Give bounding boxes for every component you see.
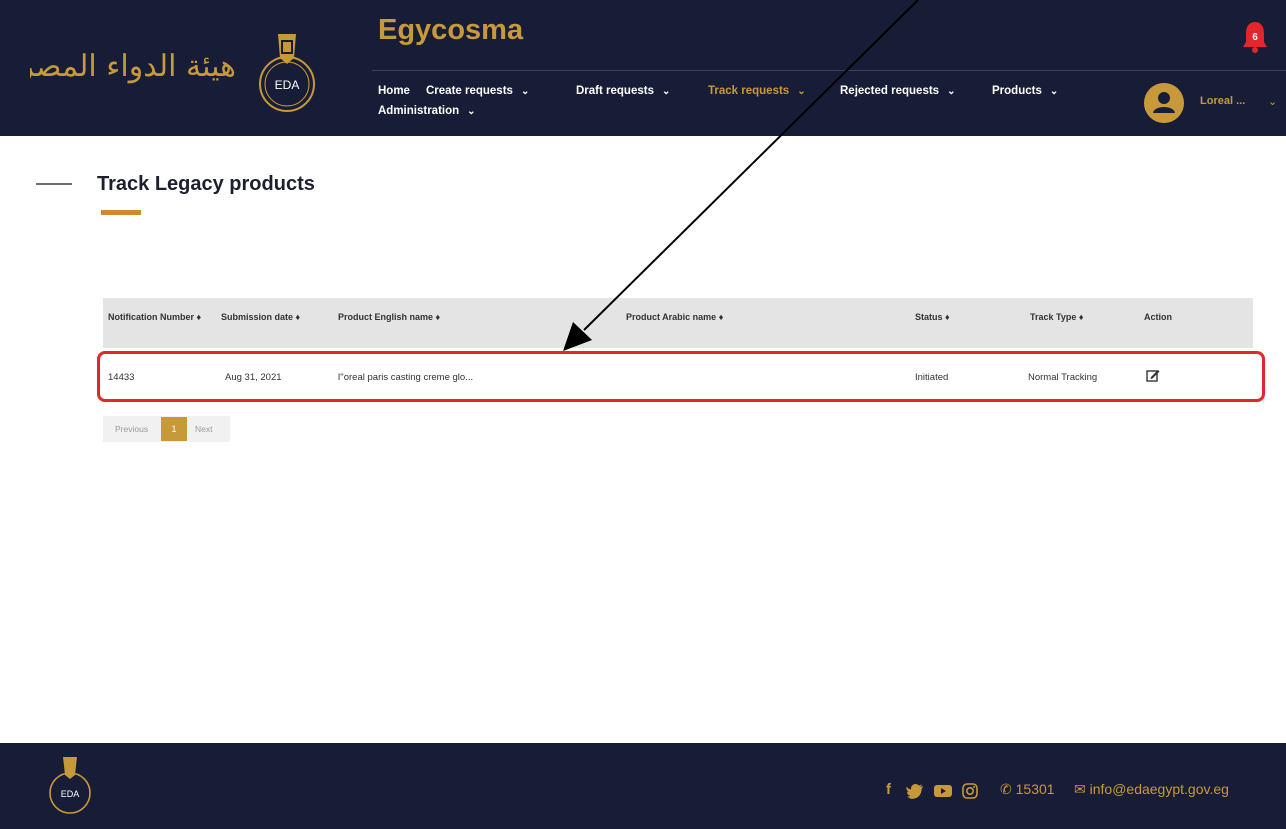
twitter-icon[interactable] [906, 783, 924, 799]
nav-item-label: Rejected requests [840, 85, 940, 97]
chevron-down-icon: ⌄ [520, 86, 530, 97]
youtube-icon[interactable] [934, 783, 952, 799]
col-product-english-name[interactable]: Product English name ♦ [338, 312, 440, 322]
edit-icon[interactable] [1146, 368, 1160, 382]
chevron-down-icon: ⌄ [947, 86, 956, 97]
nav-item-products[interactable]: Products ⌄ [992, 85, 1058, 97]
table-row[interactable]: 14433 Aug 31, 2021 l''oreal paris castin… [103, 356, 1253, 398]
nav-item-label: Home [378, 85, 410, 97]
pagination-current-page[interactable]: 1 [161, 417, 187, 441]
cell-notification-number: 14433 [108, 372, 135, 383]
instagram-icon[interactable] [962, 783, 978, 799]
pagination: Previous 1 Next [103, 416, 230, 442]
nav-item-label: Products [992, 85, 1042, 97]
chevron-down-icon: ⌄ [467, 106, 476, 117]
chevron-down-icon[interactable]: ⌄ [1268, 95, 1277, 108]
footer-emblem-text: EDA [61, 789, 80, 799]
facebook-icon[interactable]: f [886, 781, 891, 798]
hotline-number: 15301 [1015, 781, 1055, 797]
top-header: هيئة الدواء المصرية EDA Egycosma Home Cr… [0, 0, 1286, 136]
phone-icon: ✆ [1000, 781, 1016, 797]
page-title: Track Legacy products [97, 173, 315, 195]
notification-bell-icon[interactable]: 6 [1240, 18, 1270, 56]
nav-item-label: Administration [378, 105, 460, 117]
nav-item-label: Create requests [426, 85, 513, 97]
nav-item-home[interactable]: Home [378, 85, 410, 97]
cell-status: Initiated [915, 372, 949, 383]
brand-title: Egycosma [378, 14, 524, 46]
emblem-text: EDA [275, 78, 300, 92]
nav-item-create-requests[interactable]: Create requests ⌄ [426, 85, 529, 97]
user-name[interactable]: Loreal ... [1200, 95, 1245, 107]
envelope-icon: ✉ [1074, 781, 1090, 797]
col-track-type[interactable]: Track Type ♦ [1030, 312, 1083, 322]
hotline: ✆ 15301 [1000, 781, 1055, 798]
user-avatar-icon[interactable] [1144, 83, 1184, 123]
col-status[interactable]: Status ♦ [915, 312, 950, 322]
nav-item-draft-requests[interactable]: Draft requests ⌄ [576, 85, 670, 97]
chevron-down-icon: ⌄ [797, 86, 806, 97]
nav-item-label: Draft requests [576, 85, 654, 97]
notification-count: 6 [1252, 32, 1258, 43]
cell-submission-date: Aug 31, 2021 [225, 372, 282, 383]
nav-item-administration[interactable]: Administration ⌄ [378, 105, 476, 117]
cell-track-type: Normal Tracking [1028, 372, 1098, 383]
email-address: info@edaegypt.gov.eg [1089, 781, 1229, 797]
title-dash [36, 183, 72, 185]
title-underline [101, 210, 141, 215]
header-divider [372, 70, 1286, 71]
col-product-arabic-name[interactable]: Product Arabic name ♦ [626, 312, 723, 322]
chevron-down-icon: ⌄ [661, 86, 671, 97]
col-notification-number[interactable]: Notification Number ♦ [108, 312, 220, 322]
eda-arabic-logo: هيئة الدواء المصرية [30, 49, 236, 84]
eda-emblem-icon: EDA [259, 34, 315, 112]
eda-emblem-icon: EDA [49, 757, 91, 814]
nav-item-track-requests[interactable]: Track requests ⌄ [708, 85, 806, 97]
table-header: Notification Number ♦ Submission date ♦ … [103, 298, 1253, 348]
pagination-previous[interactable]: Previous [115, 424, 148, 434]
page-root: هيئة الدواء المصرية EDA Egycosma Home Cr… [0, 0, 1286, 829]
cell-product-english-name: l''oreal paris casting creme glo... [338, 372, 474, 383]
nav-item-label: Track requests [708, 85, 790, 97]
contact-email[interactable]: ✉ info@edaegypt.gov.eg [1074, 781, 1229, 798]
footer: EDA f ✆ 15301 ✉ info@edaegypt.gov.eg [0, 743, 1286, 829]
chevron-down-icon: ⌄ [1049, 86, 1059, 97]
col-submission-date[interactable]: Submission date ♦ [221, 312, 300, 322]
col-action: Action [1144, 312, 1172, 322]
nav-item-rejected-requests[interactable]: Rejected requests ⌄ [840, 85, 955, 97]
pagination-next[interactable]: Next [195, 424, 212, 434]
